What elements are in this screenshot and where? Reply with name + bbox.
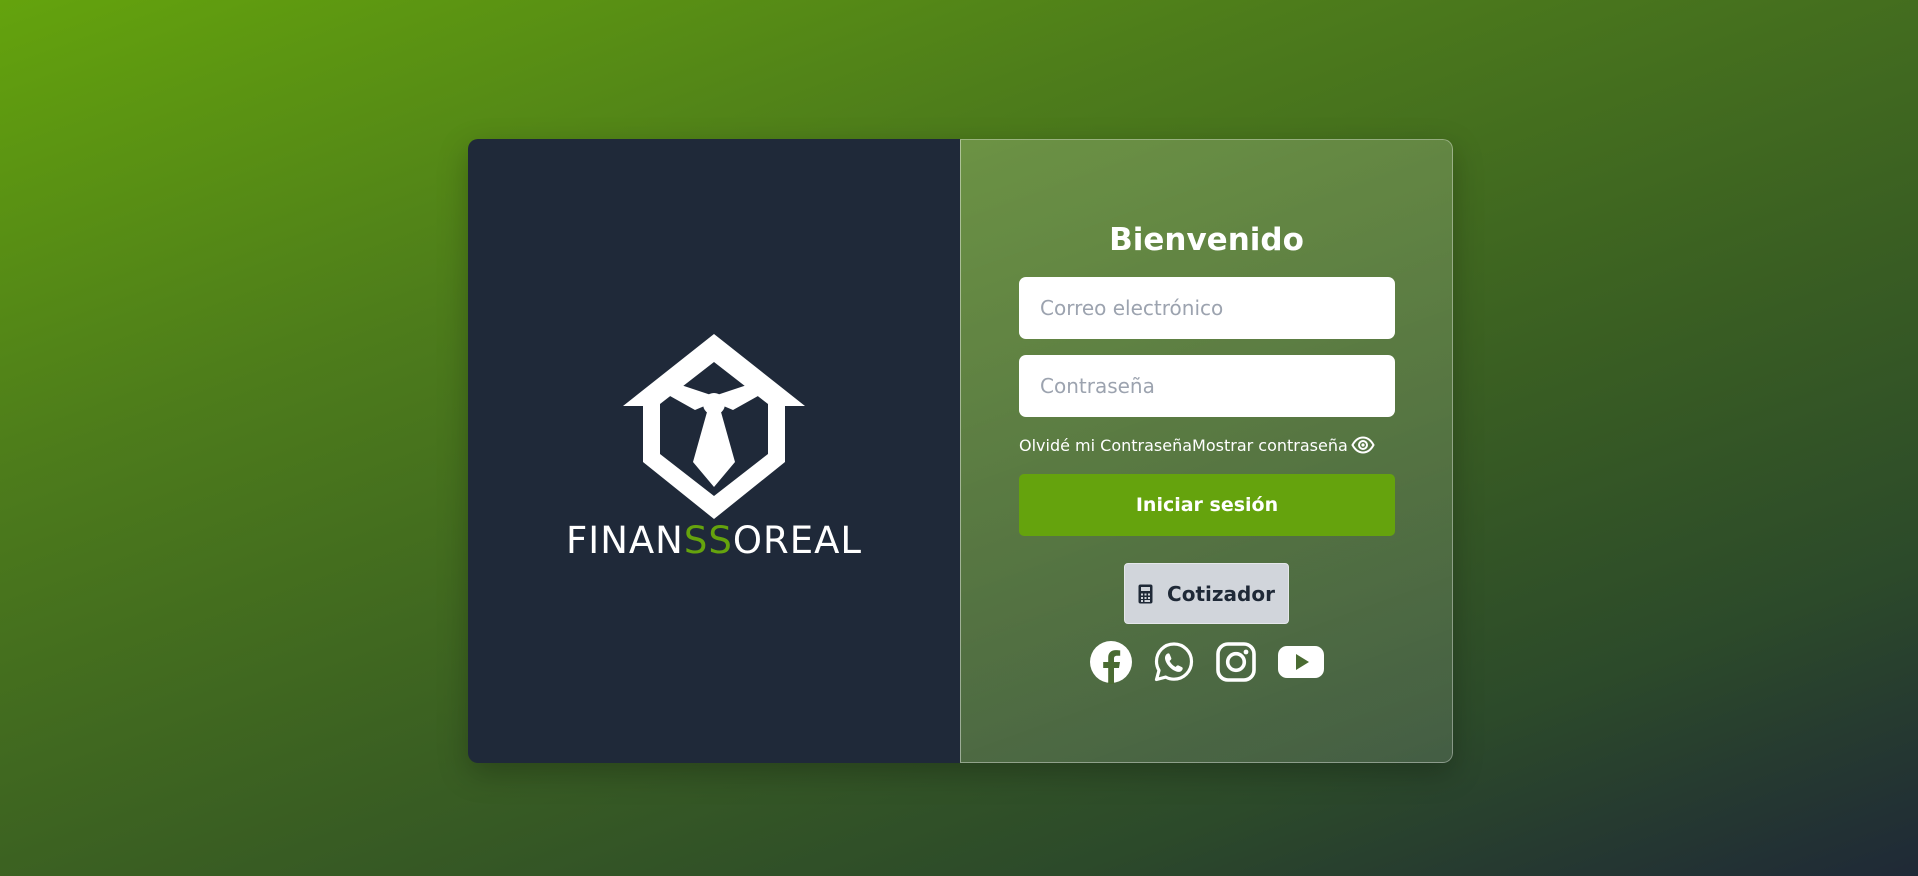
brand-name: FINANSSOREAL xyxy=(468,519,960,562)
show-password-label: Mostrar contraseña xyxy=(1192,435,1348,455)
calculator-icon xyxy=(1138,584,1153,603)
social-links xyxy=(961,640,1452,684)
quoter-label: Cotizador xyxy=(1167,581,1275,606)
login-button[interactable]: Iniciar sesión xyxy=(1019,474,1395,536)
show-password-toggle[interactable]: Mostrar contraseña xyxy=(1192,436,1375,455)
house-tie-logo-icon xyxy=(623,334,805,519)
password-options-row: Olvidé mi Contraseña Mostrar contraseña xyxy=(1019,434,1399,456)
brand-name-start: FINAN xyxy=(566,519,684,562)
quoter-button[interactable]: Cotizador xyxy=(1124,563,1289,624)
login-card: FINANSSOREAL Bienvenido Olvidé mi Contra… xyxy=(468,139,1453,763)
youtube-icon[interactable] xyxy=(1277,644,1325,680)
welcome-title: Bienvenido xyxy=(1109,222,1304,258)
brand-name-end: OREAL xyxy=(732,519,862,562)
forgot-password-link[interactable]: Olvidé mi Contraseña xyxy=(1019,436,1192,455)
eye-icon xyxy=(1351,436,1375,454)
login-form-panel: Bienvenido Olvidé mi Contraseña Mostrar … xyxy=(960,139,1453,763)
brand-panel: FINANSSOREAL xyxy=(468,139,960,763)
facebook-icon[interactable] xyxy=(1089,640,1133,684)
instagram-icon[interactable] xyxy=(1215,641,1257,683)
email-field[interactable] xyxy=(1019,277,1395,339)
password-field[interactable] xyxy=(1019,355,1395,417)
brand-name-accent: SS xyxy=(683,519,733,562)
whatsapp-icon[interactable] xyxy=(1153,641,1195,683)
